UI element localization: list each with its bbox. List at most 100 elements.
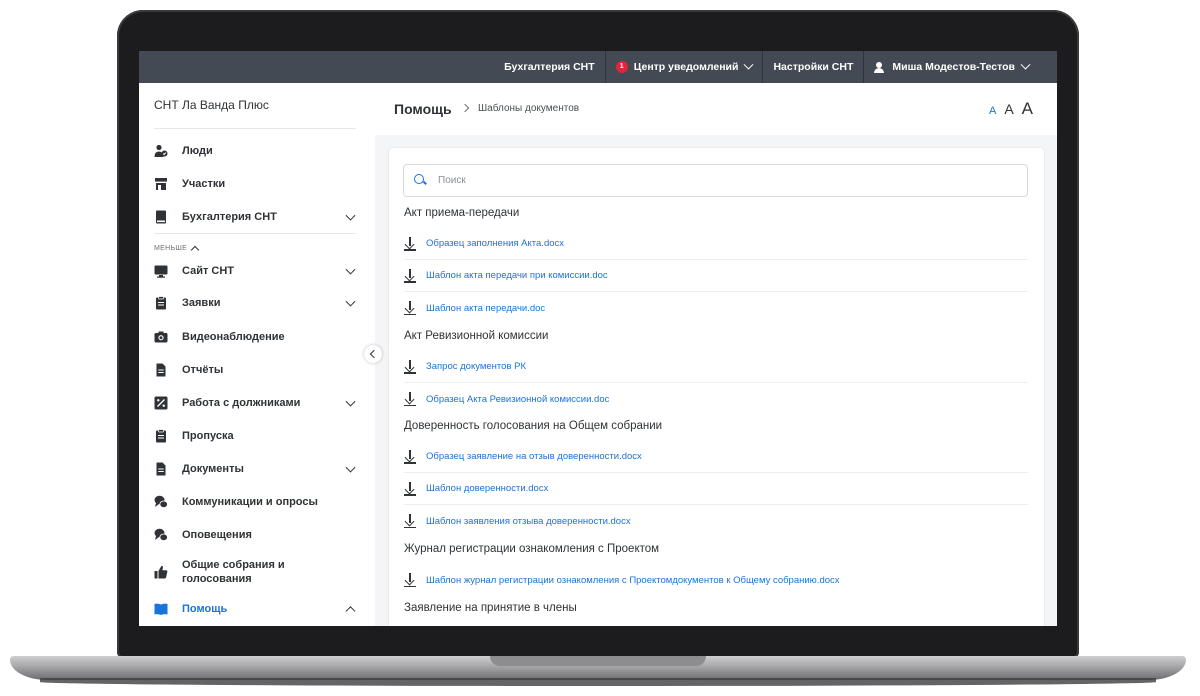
breadcrumb-current: Шаблоны документов [478, 103, 580, 114]
file-link[interactable]: Шаблон доверенности.docx [426, 483, 548, 494]
topbar-notifications-label: Центр уведомлений [633, 61, 739, 73]
download-icon [404, 359, 416, 374]
chat-icon [154, 495, 168, 509]
topbar-user-name: Миша Модестов-Тестов [892, 61, 1015, 73]
chevron-left-icon [369, 349, 379, 359]
topbar-accounting-link[interactable]: Бухгалтерия СНТ [494, 51, 605, 83]
clipboard-icon [154, 429, 168, 443]
divider [154, 128, 356, 129]
sidebar-item-label: Помощь [182, 603, 228, 615]
chevron-down-icon [345, 462, 356, 473]
section-title: Доверенность голосования на Общем собран… [404, 420, 663, 432]
file-link[interactable]: Образец заявление на отзыв доверенности.… [426, 451, 642, 462]
user-icon [874, 61, 885, 73]
download-icon [404, 481, 416, 496]
section-title: Журнал регистрации ознакомления с Проект… [404, 543, 660, 555]
chevron-right-icon [460, 103, 470, 113]
file-row[interactable]: Шаблон журнал регистрации ознакомления с… [404, 564, 1028, 596]
laptop-base-shadow [40, 678, 1156, 686]
download-icon [404, 514, 416, 529]
chevron-down-icon [1020, 59, 1031, 70]
search-input[interactable] [438, 175, 998, 186]
chevron-down-icon [345, 296, 356, 307]
page-title: Помощь [394, 101, 452, 117]
sidebar-item-plots[interactable]: Участки [154, 177, 360, 191]
sidebar-item-requests[interactable]: Заявки [154, 296, 360, 310]
file-row[interactable]: Шаблон доверенности.docx [404, 473, 1028, 505]
sidebar-item-meetings[interactable]: Общие собрания и голосования [154, 558, 360, 586]
sidebar-item-website[interactable]: Сайт СНТ [154, 264, 360, 278]
show-less-toggle[interactable]: МЕНЬШЕ [154, 244, 200, 255]
sidebar-item-label: Бухгалтерия СНТ [182, 211, 277, 223]
chevron-up-icon [190, 245, 200, 255]
sidebar-item-people[interactable]: Люди [154, 144, 360, 158]
sidebar-item-debtors[interactable]: Работа с должниками [154, 396, 360, 410]
sidebar-item-label: Сайт СНТ [182, 265, 235, 277]
chevron-down-icon [744, 59, 754, 70]
sidebar-item-label: Пропуска [182, 430, 234, 442]
sidebar-item-alerts[interactable]: Оповещения [154, 528, 360, 542]
chevron-up-icon [345, 606, 356, 617]
percent-icon [154, 396, 168, 410]
file-link[interactable]: Шаблон заявления отзыва доверенности.doc… [426, 516, 631, 527]
file-row[interactable]: Шаблон акта передачи.doc [404, 292, 1028, 324]
chevron-down-icon [345, 210, 356, 221]
people-icon [154, 144, 168, 158]
font-size-large-button[interactable]: A [1022, 99, 1033, 119]
file-link[interactable]: Образец заполнения Акта.docx [426, 238, 564, 249]
download-icon [404, 392, 416, 407]
font-size-small-button[interactable]: A [989, 105, 996, 117]
file-link[interactable]: Шаблон акта передачи при комиссии.doc [426, 270, 608, 281]
file-row[interactable]: Шаблон заявления отзыва доверенности.doc… [404, 505, 1028, 537]
page-header: Помощь Шаблоны документов A A A [375, 83, 1057, 135]
sidebar-item-label: Видеонаблюдение [182, 331, 285, 343]
section-title: Заявление на принятие в члены [404, 602, 577, 614]
sidebar-item-communications[interactable]: Коммуникации и опросы [154, 495, 360, 509]
sidebar-item-label: Общие собрания и голосования [182, 559, 285, 585]
chat-icon [154, 528, 168, 542]
sidebar-item-label: Документы [182, 463, 244, 475]
file-row[interactable]: Образец заполнения Акта.docx [404, 228, 1028, 260]
file-link[interactable]: Образец Акта Ревизионной комиссии.doc [426, 394, 609, 405]
divider [154, 233, 356, 234]
topbar-settings-link[interactable]: Настройки СНТ [762, 51, 863, 83]
sidebar-item-label: Заявки [182, 297, 221, 309]
file-row[interactable]: Запрос документов РК [404, 351, 1028, 383]
sidebar-item-accounting[interactable]: Бухгалтерия СНТ [154, 210, 360, 224]
monitor-icon [154, 264, 168, 278]
topbar-notifications-menu[interactable]: 1 Центр уведомлений [604, 51, 763, 83]
notification-count: 1 [615, 61, 628, 73]
file-row[interactable]: Шаблон акта передачи при комиссии.doc [404, 260, 1028, 292]
sidebar-item-documents[interactable]: Документы [154, 462, 360, 476]
topbar-user-menu[interactable]: Миша Модестов-Тестов [863, 51, 1039, 83]
book-icon [154, 210, 168, 224]
search-box [403, 164, 1028, 197]
sidebar: СНТ Ла Ванда Плюс Люди Участки Бухгалтер… [139, 83, 375, 626]
download-icon [404, 236, 416, 251]
laptop-notch [490, 656, 706, 666]
store-icon [154, 177, 168, 191]
file-link[interactable]: Запрос документов РК [426, 361, 526, 372]
file-link[interactable]: Шаблон акта передачи.doc [426, 303, 545, 314]
show-less-label: МЕНЬШЕ [154, 245, 188, 252]
app-screen: Бухгалтерия СНТ 1 Центр уведомлений Наст… [139, 51, 1057, 626]
collapse-sidebar-button[interactable] [364, 345, 382, 363]
file-link[interactable]: Шаблон журнал регистрации ознакомления с… [426, 575, 840, 586]
file-row[interactable]: Образец заявление на отзыв доверенности.… [404, 441, 1028, 473]
sidebar-item-label: Оповещения [182, 529, 252, 541]
search-icon [414, 174, 427, 187]
file-row[interactable]: Образец Акта Ревизионной комиссии.doc [404, 383, 1028, 415]
topbar-accounting-label: Бухгалтерия СНТ [504, 61, 595, 73]
sidebar-item-label: Работа с должниками [182, 397, 301, 409]
sidebar-item-video[interactable]: Видеонаблюдение [154, 330, 360, 344]
sidebar-item-passes[interactable]: Пропуска [154, 429, 360, 443]
org-name: СНТ Ла Ванда Плюс [154, 98, 269, 112]
font-size-medium-button[interactable]: A [1004, 101, 1013, 117]
sidebar-item-help[interactable]: Помощь [154, 602, 360, 617]
clipboard-icon [154, 296, 168, 310]
sidebar-item-reports[interactable]: Отчёты [154, 363, 360, 377]
file-icon [154, 462, 168, 476]
sidebar-item-label: Коммуникации и опросы [182, 496, 318, 508]
section-title: Акт приема-передачи [404, 207, 520, 219]
download-icon [404, 268, 416, 283]
